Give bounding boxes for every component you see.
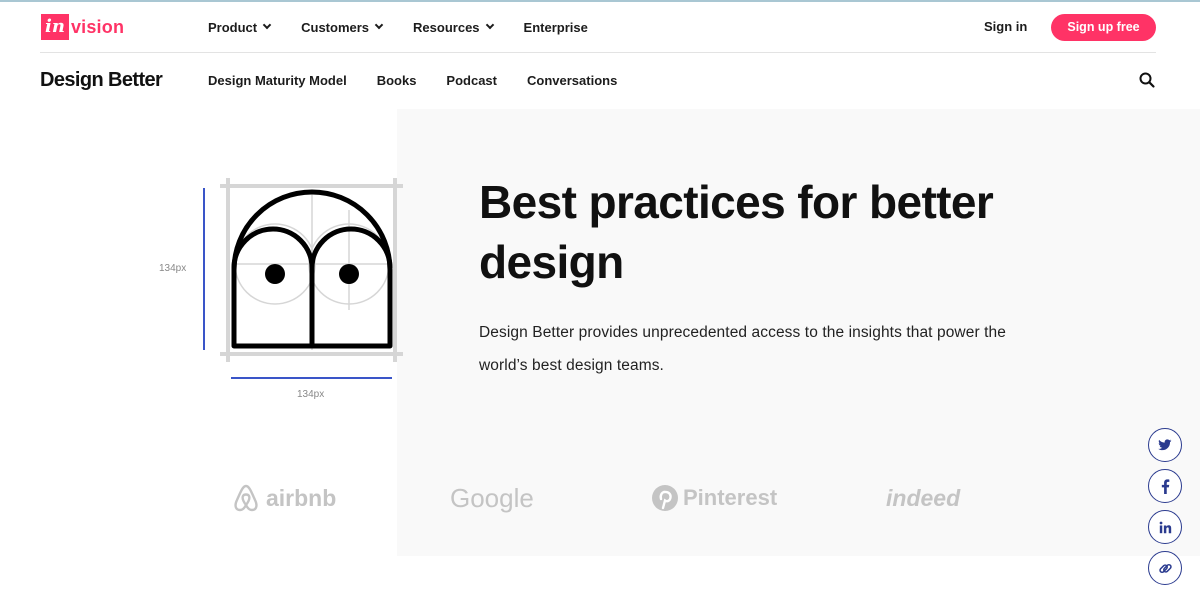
search-icon[interactable] (1138, 71, 1156, 89)
design-better-brand[interactable]: Design Better (40, 53, 163, 107)
top-nav-links: Product Customers Resources Enterprise (208, 2, 619, 52)
sign-in-link[interactable]: Sign in (984, 2, 1027, 52)
subnav-podcast[interactable]: Podcast (446, 73, 497, 88)
nav-resources[interactable]: Resources (413, 19, 494, 35)
twitter-icon (1158, 439, 1172, 451)
hero-headline: Best practices for better design (479, 176, 994, 288)
subnav-conversations[interactable]: Conversations (527, 73, 617, 88)
nav-customers[interactable]: Customers (301, 19, 384, 35)
dimension-label-vertical: 134px (159, 263, 187, 274)
share-linkedin-button[interactable] (1148, 510, 1182, 544)
nav-product[interactable]: Product (208, 19, 272, 35)
sub-nav-links: Design Maturity Model Books Podcast Conv… (208, 53, 647, 107)
chevron-down-icon (485, 20, 494, 30)
pinterest-icon (652, 485, 678, 511)
logo-wordmark: vision (70, 16, 125, 37)
nav-enterprise[interactable]: Enterprise (524, 20, 588, 35)
share-twitter-button[interactable] (1148, 428, 1182, 462)
pinterest-wordmark: Pinterest (683, 485, 778, 510)
pinterest-logo: Pinterest (651, 478, 777, 518)
sub-nav: Design Better Design Maturity Model Book… (0, 53, 1200, 107)
airbnb-logo: airbnb (231, 478, 336, 518)
facebook-icon (1161, 478, 1169, 494)
invision-logo[interactable]: in vision (41, 14, 124, 40)
nav-customers-label: Customers (301, 19, 370, 35)
airbnb-wordmark: airbnb (266, 484, 337, 511)
nav-resources-label: Resources (413, 19, 480, 35)
google-logo: Google (450, 478, 534, 518)
nav-enterprise-label: Enterprise (523, 19, 588, 35)
link-icon (1158, 563, 1172, 573)
chevron-down-icon (374, 20, 384, 30)
chevron-down-icon (262, 20, 272, 30)
subnav-design-maturity-model[interactable]: Design Maturity Model (208, 73, 347, 88)
google-wordmark: Google (450, 482, 534, 513)
airbnb-icon (234, 484, 258, 512)
sign-up-button[interactable]: Sign up free (1051, 14, 1156, 41)
logo-in-mark: in (41, 14, 69, 40)
top-nav: in vision Product Customers Resources En… (0, 2, 1200, 52)
linkedin-icon (1159, 521, 1171, 533)
share-facebook-button[interactable] (1148, 469, 1182, 503)
indeed-logo: indeed (886, 478, 960, 518)
indeed-wordmark: indeed (886, 484, 961, 511)
subnav-books[interactable]: Books (377, 73, 417, 88)
owl-illustration (203, 178, 403, 379)
nav-product-label: Product (208, 19, 258, 35)
hero-subcopy: Design Better provides unprecedented acc… (479, 324, 1006, 374)
dimension-label-horizontal: 134px (297, 389, 325, 400)
copy-link-button[interactable] (1148, 551, 1182, 585)
